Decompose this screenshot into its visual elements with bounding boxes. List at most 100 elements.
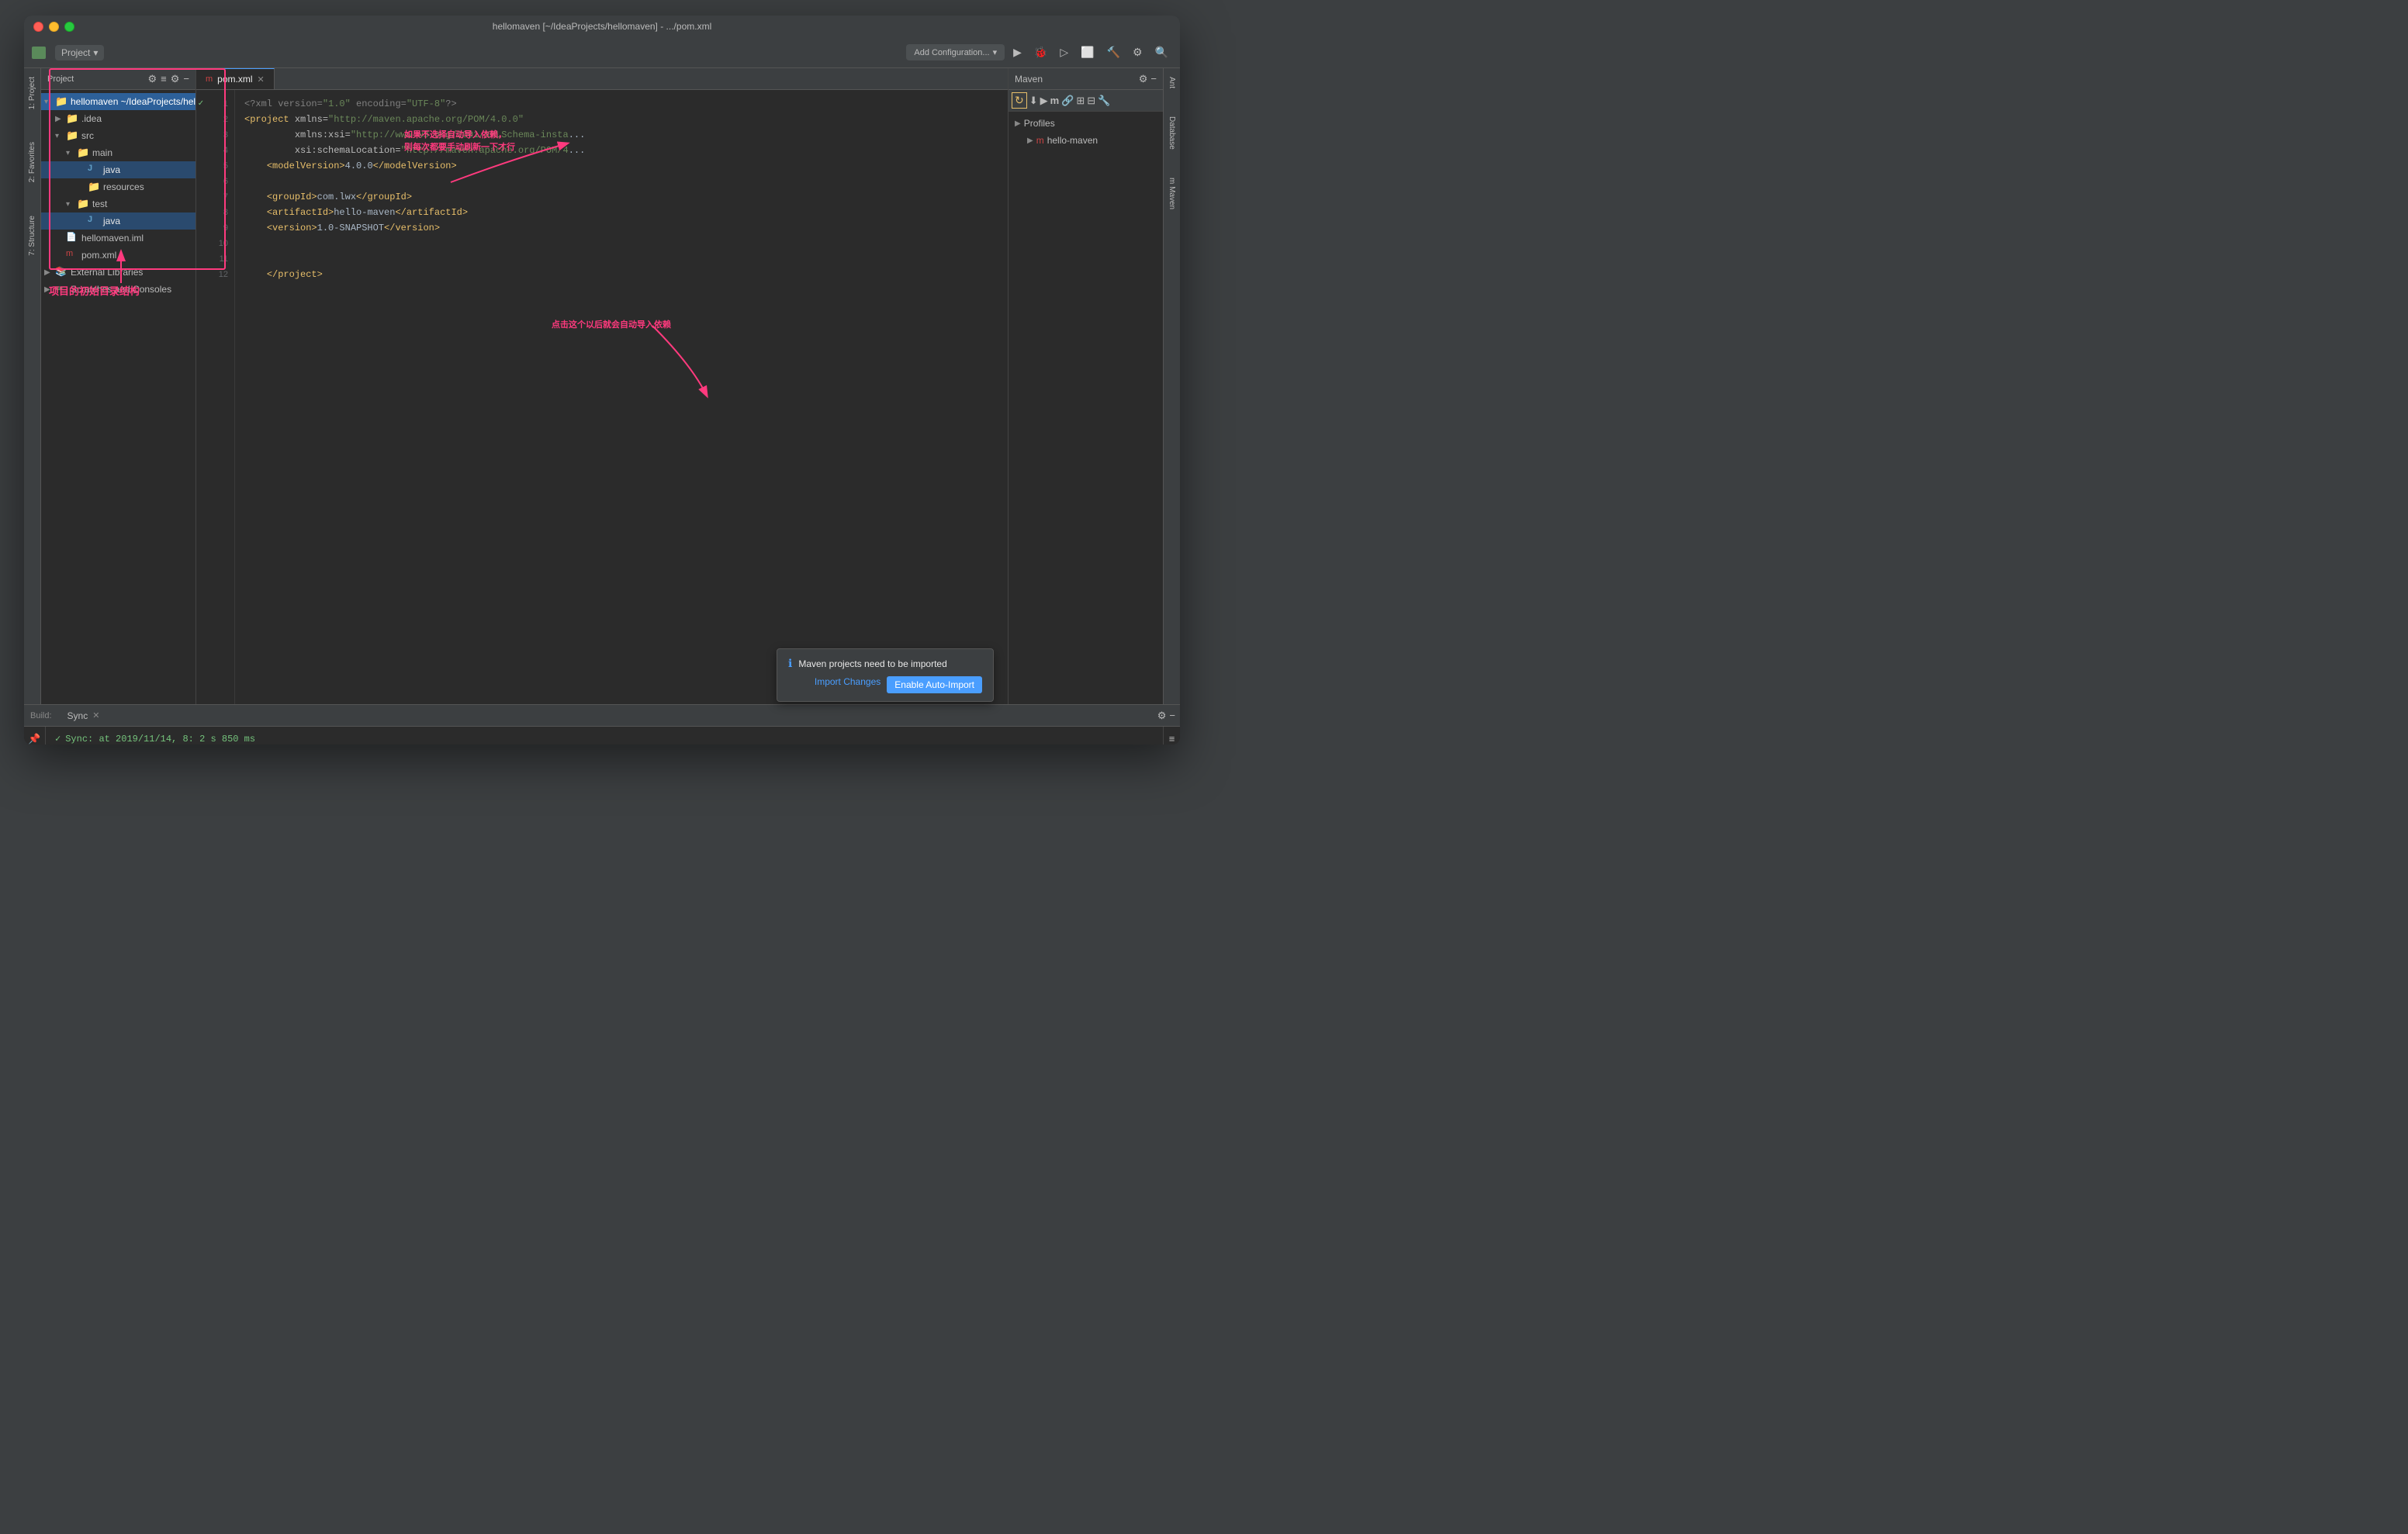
- tree-item-src[interactable]: ▾ 📁 src: [41, 127, 195, 144]
- code-editor[interactable]: <?xml version="1.0" encoding="UTF-8"?> <…: [235, 90, 1008, 704]
- project-dropdown[interactable]: Project ▾: [55, 45, 104, 60]
- search-everywhere-button[interactable]: 🔍: [1151, 43, 1172, 61]
- add-configuration-button[interactable]: Add Configuration... ▾: [906, 44, 1005, 60]
- expand-arrow: ▾: [55, 132, 66, 140]
- maven-m-icon[interactable]: m: [1050, 95, 1060, 106]
- project-folder-icon: 📁: [55, 95, 67, 108]
- stop-button[interactable]: ⬜: [1077, 43, 1098, 61]
- right-tab-strip: Ant Database m Maven: [1163, 68, 1180, 704]
- notif-info-icon: ℹ: [788, 657, 792, 670]
- bottom-panel-gear[interactable]: ⚙: [1157, 710, 1167, 722]
- panel-settings-icon[interactable]: ⚙: [171, 73, 180, 85]
- tree-item-ext-libs[interactable]: ▶ 📚 External Libraries: [41, 264, 195, 281]
- java-test-icon: J: [88, 215, 100, 227]
- project-panel-header: Project ⚙ ≡ ⚙ −: [41, 68, 195, 90]
- filter-icon[interactable]: ≡: [1166, 730, 1178, 745]
- sync-check-icon: ✓: [55, 733, 61, 745]
- maven-wrench-icon[interactable]: 🔧: [1098, 95, 1110, 107]
- run-coverage-button[interactable]: ▷: [1056, 43, 1072, 61]
- line-num-3: 3: [207, 127, 234, 143]
- code-line-12: </project>: [244, 267, 998, 282]
- tree-item-iml[interactable]: 📄 hellomaven.iml: [41, 230, 195, 247]
- tree-item-label: main: [92, 147, 112, 158]
- maven-gear-icon[interactable]: ⚙: [1139, 73, 1148, 85]
- build-button[interactable]: 🔨: [1103, 43, 1124, 61]
- maximize-button[interactable]: [64, 22, 74, 32]
- build-output: ✓ Sync: at 2019/11/14, 8: 2 s 850 ms: [46, 727, 1163, 745]
- run-button[interactable]: ▶: [1009, 43, 1026, 61]
- ext-lib-icon: 📚: [55, 266, 67, 278]
- right-tab-database[interactable]: Database: [1166, 112, 1178, 154]
- debug-button[interactable]: 🐞: [1030, 43, 1051, 61]
- java-src-icon: J: [88, 164, 100, 176]
- tab-close-icon[interactable]: ✕: [258, 74, 265, 85]
- sdk-button[interactable]: ⚙: [1129, 43, 1147, 61]
- line-num-5: 5: [207, 158, 234, 174]
- line-num-7: 7: [207, 189, 234, 205]
- maven-collapse-icon[interactable]: ⊟: [1087, 95, 1095, 107]
- maven-download-icon[interactable]: ⬇: [1029, 95, 1038, 107]
- tree-item-test-java[interactable]: J java: [41, 212, 195, 230]
- bottom-tab-sync[interactable]: Sync ✕: [58, 705, 109, 726]
- maven-panel: Maven ⚙ − ↻ ⬇ ▶ m 🔗 ⊞ ⊟ 🔧 ▶ Profiles: [1008, 68, 1163, 704]
- sync-tab-close[interactable]: ✕: [92, 710, 99, 720]
- bottom-left-strip: 📌 👁: [24, 727, 46, 745]
- panel-close-icon[interactable]: −: [183, 73, 189, 85]
- project-panel-title: Project: [47, 74, 145, 84]
- tree-item-label: src: [81, 130, 94, 141]
- project-panel: Project ⚙ ≡ ⚙ − ▾ 📁 hellomaven ~/IdeaPro…: [41, 68, 196, 704]
- code-line-7: <groupId>com.lwx</groupId>: [244, 189, 998, 205]
- line-num-10: 10: [207, 236, 234, 251]
- panel-sort-icon[interactable]: ≡: [161, 73, 167, 85]
- maven-refresh-icon[interactable]: ↻: [1012, 92, 1027, 109]
- sidebar-item-project[interactable]: 1: Project: [26, 72, 38, 114]
- toolbar-right: Add Configuration... ▾ ▶ 🐞 ▷ ⬜ 🔨 ⚙ 🔍: [906, 43, 1172, 61]
- maven-expand-icon[interactable]: ⊞: [1076, 95, 1085, 107]
- import-changes-link[interactable]: Import Changes: [815, 676, 881, 693]
- tree-item-pom[interactable]: m pom.xml: [41, 247, 195, 264]
- minimize-button[interactable]: [49, 22, 59, 32]
- close-button[interactable]: [33, 22, 43, 32]
- right-tab-maven[interactable]: m Maven: [1166, 173, 1178, 214]
- project-item-icon: m: [1036, 135, 1044, 146]
- maven-project-item[interactable]: ▶ m hello-maven: [1009, 132, 1163, 149]
- maven-profiles-item[interactable]: ▶ Profiles: [1009, 115, 1163, 132]
- sidebar-item-favorites[interactable]: 2: Favorites: [26, 137, 38, 187]
- build-text: Build:: [30, 711, 52, 720]
- maven-toolbar: ↻ ⬇ ▶ m 🔗 ⊞ ⊟ 🔧: [1009, 90, 1163, 112]
- right-tab-ant[interactable]: Ant: [1166, 72, 1178, 93]
- code-line-11: [244, 251, 998, 267]
- maven-minimize-icon[interactable]: −: [1150, 73, 1157, 85]
- code-line-3: xmlns:xsi="http://www.w3.org/2001/XMLSch…: [244, 127, 998, 143]
- maven-notification: ℹ Maven projects need to be imported Imp…: [777, 648, 994, 702]
- sync-message: Sync: at 2019/11/14, 8: 2 s 850 ms: [65, 734, 255, 745]
- tree-item-hellomaven[interactable]: ▾ 📁 hellomaven ~/IdeaProjects/hello...: [41, 93, 195, 110]
- panel-gear-icon[interactable]: ⚙: [148, 73, 157, 85]
- sidebar-item-structure[interactable]: 7: Structure: [26, 211, 38, 261]
- maven-link-icon[interactable]: 🔗: [1061, 95, 1074, 107]
- tree-item-main[interactable]: ▾ 📁 main: [41, 144, 195, 161]
- tree-item-main-java[interactable]: J java: [41, 161, 195, 178]
- test-folder-icon: 📁: [77, 198, 89, 210]
- line-num-4: 4: [207, 143, 234, 158]
- maven-notif-header: ℹ Maven projects need to be imported: [788, 657, 982, 670]
- left-sidebar-strip: 1: Project 2: Favorites 7: Structure: [24, 68, 41, 704]
- maven-run-icon[interactable]: ▶: [1040, 95, 1048, 107]
- maven-project-label: hello-maven: [1047, 135, 1098, 146]
- pin-icon[interactable]: 📌: [25, 730, 43, 745]
- line-num-6: 6: [207, 174, 234, 189]
- sync-status-line: ✓ Sync: at 2019/11/14, 8: 2 s 850 ms: [55, 733, 1154, 745]
- notif-header-text: Maven projects need to be imported: [798, 658, 946, 669]
- add-config-arrow: ▾: [993, 47, 998, 57]
- tree-item-idea[interactable]: ▶ 📁 .idea: [41, 110, 195, 127]
- enable-auto-import-button[interactable]: Enable Auto-Import: [887, 676, 982, 693]
- bottom-tabs: Build: Sync ✕ ⚙ −: [24, 705, 1180, 727]
- tree-item-label: java: [103, 164, 120, 175]
- expand-arrow: ▾: [44, 98, 55, 106]
- tree-item-test[interactable]: ▾ 📁 test: [41, 195, 195, 212]
- expand-arrow: ▾: [66, 149, 77, 157]
- editor-tab-pom[interactable]: m pom.xml ✕: [196, 68, 275, 89]
- tree-item-resources[interactable]: 📁 resources: [41, 178, 195, 195]
- bottom-panel-minus[interactable]: −: [1169, 710, 1175, 721]
- tree-item-scratches[interactable]: ▶ ✏ Scratches and Consoles: [41, 281, 195, 298]
